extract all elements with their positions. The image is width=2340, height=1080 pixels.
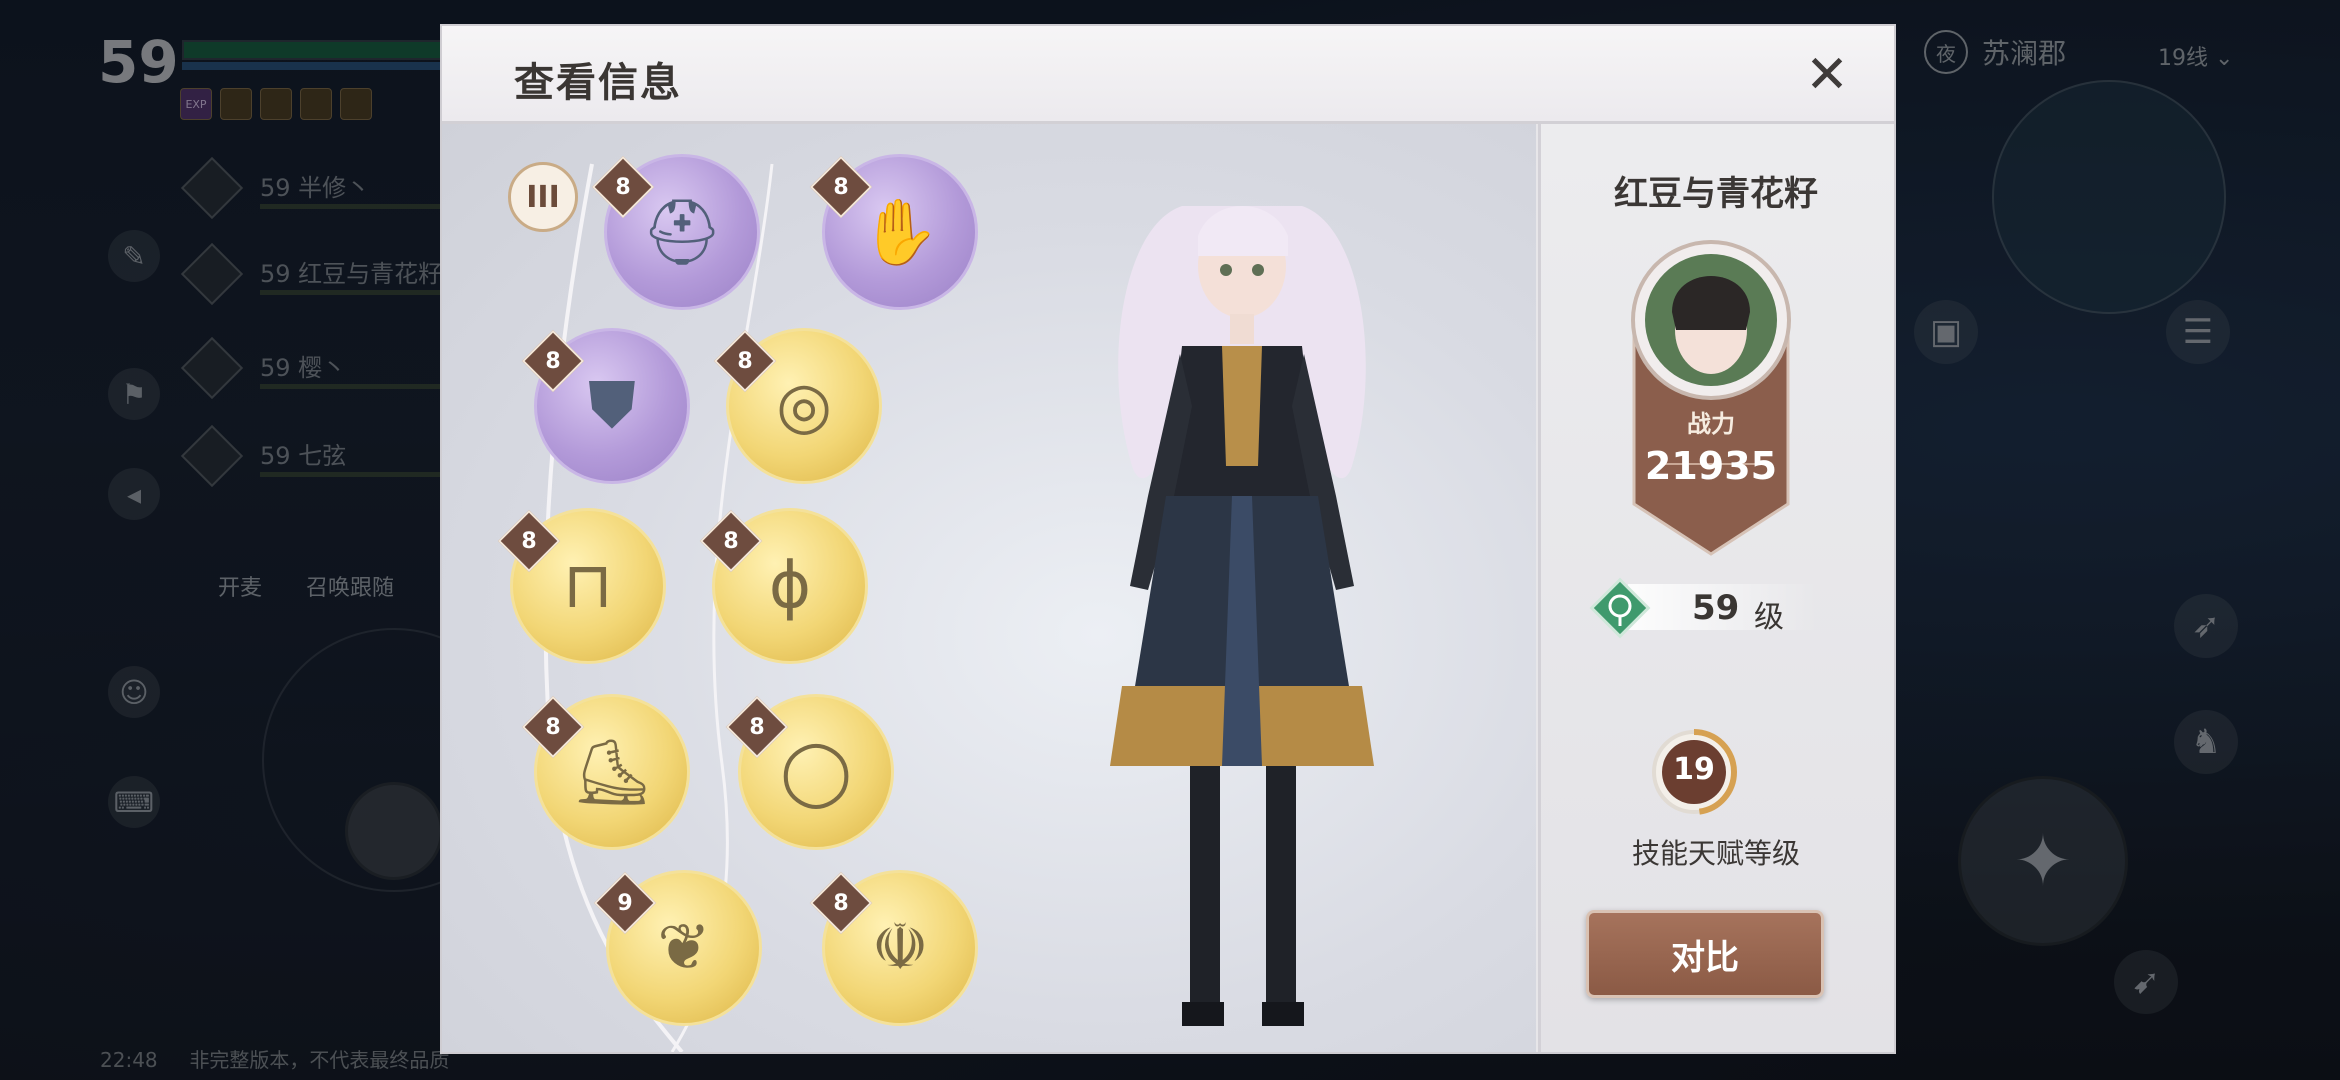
earring-slot[interactable]: 8 ϕ (699, 508, 868, 664)
level-unit: 级 (1754, 600, 1784, 635)
slot-level: 8 (833, 890, 849, 916)
level-row: 59 级 (1588, 577, 1828, 639)
dialog-header: 查看信息 ✕ (442, 26, 1894, 124)
necklace-icon: ◎ (776, 369, 832, 443)
necklace-slot[interactable]: 8 ◎ (713, 328, 882, 484)
armor-icon: ⛊ (588, 369, 636, 443)
class-sect-icon (1589, 577, 1651, 639)
ring-slot[interactable]: 8 ◯ (725, 694, 894, 850)
helmet-icon: ⛑ (641, 195, 723, 270)
slot-level: 8 (545, 348, 561, 374)
pants-slot[interactable]: 8 ⊓ (497, 508, 666, 664)
slot-level: 8 (521, 528, 537, 554)
talent-level-value: 19 (1673, 752, 1715, 787)
slot-level: 8 (737, 348, 753, 374)
level-value: 59 (1692, 588, 1740, 628)
earring-icon: ϕ (768, 549, 812, 623)
character-model[interactable] (1062, 166, 1422, 1046)
dragon-charm-slot[interactable]: 8 ☫ (809, 870, 978, 1026)
qilin-pendant-icon: ❦ (657, 911, 711, 985)
power-banner-art (1631, 240, 1791, 556)
tier-badge[interactable]: III (508, 162, 578, 232)
slot-level: 8 (833, 174, 849, 200)
gloves-slot[interactable]: 8 ✋ (809, 154, 978, 310)
slot-level: 8 (723, 528, 739, 554)
gloves-icon: ✋ (860, 195, 940, 270)
slot-level: 8 (545, 714, 561, 740)
boots-icon: ⛸ (571, 735, 653, 810)
player-name: 红豆与青花籽 (1614, 174, 1818, 214)
boots-slot[interactable]: 8 ⛸ (521, 694, 690, 850)
slot-level: 9 (617, 890, 633, 916)
character-model-art (1110, 206, 1374, 1026)
power-banner (1620, 234, 1802, 562)
dragon-charm-icon: ☫ (871, 911, 929, 985)
pants-icon: ⊓ (563, 549, 613, 623)
dialog-title: 查看信息 (514, 60, 682, 106)
close-button[interactable]: ✕ (1804, 49, 1850, 101)
view-info-dialog: 查看信息 ✕ III 8 ⛑ 8 ✋ 8 ⛊ 8 ◎ 8 ⊓ 8 ϕ 8 ⛸ 8… (442, 26, 1894, 1052)
power-value: 21935 (1644, 444, 1778, 488)
ring-icon: ◯ (780, 735, 852, 809)
pendant-slot[interactable]: 9 ❦ (593, 870, 762, 1026)
helmet-slot[interactable]: 8 ⛑ (591, 154, 760, 310)
talent-level-label: 技能天赋等级 (1631, 837, 1800, 870)
armor-slot[interactable]: 8 ⛊ (521, 328, 690, 484)
slot-level: 8 (749, 714, 765, 740)
compare-button[interactable]: 对比 (1586, 910, 1824, 998)
slot-level: 8 (615, 174, 631, 200)
power-label: 战力 (1687, 410, 1735, 438)
